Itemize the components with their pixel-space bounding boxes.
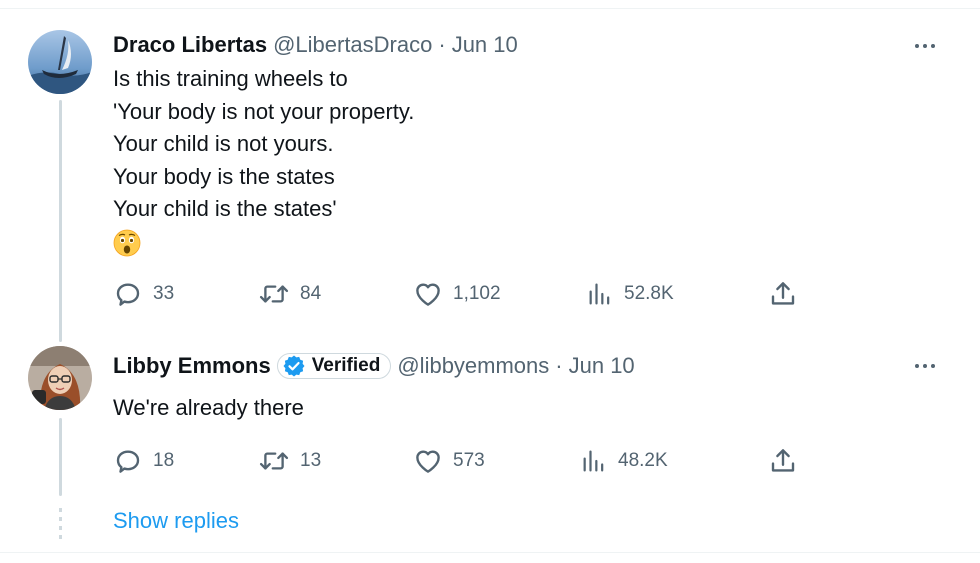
- reply-icon: [116, 283, 140, 306]
- tweet-text: Is this training wheels to 'Your body is…: [113, 63, 414, 266]
- retweet-button[interactable]: 13: [258, 446, 321, 476]
- author-handle[interactable]: @libbyemmons: [397, 353, 549, 379]
- tweet-text-line: Your child is not yours.: [113, 131, 334, 156]
- share-icon: [771, 282, 795, 305]
- tweet-header: Draco Libertas @LibertasDraco · Jun 10: [113, 31, 518, 59]
- heart-icon: [416, 450, 440, 473]
- reply-button[interactable]: 33: [113, 279, 174, 309]
- tweet-text-line: Is this training wheels to: [113, 66, 348, 91]
- retweet-icon: [259, 452, 289, 470]
- heart-icon: [416, 283, 440, 306]
- like-count: 573: [453, 450, 485, 471]
- retweet-count: 84: [300, 283, 322, 304]
- views-count: 48.2K: [618, 450, 668, 471]
- views-chart-icon: [589, 283, 610, 305]
- reply-count: 33: [153, 283, 175, 304]
- avatar[interactable]: [28, 346, 92, 410]
- tweet-date[interactable]: Jun 10: [569, 353, 635, 379]
- tweet-actions: 18 13 573 48.2K: [0, 446, 980, 476]
- verified-badge[interactable]: Verified: [276, 353, 392, 379]
- verified-label: Verified: [311, 355, 381, 376]
- tweet-text-line: Your child is the states': [113, 196, 337, 221]
- author-name[interactable]: Draco Libertas: [113, 32, 267, 58]
- tweet-text-line: Your body is the states: [113, 163, 335, 189]
- tweet-text-line: 'Your body is not your property.: [113, 98, 415, 124]
- more-options-icon[interactable]: [910, 36, 940, 56]
- share-button[interactable]: [768, 446, 798, 476]
- like-count: 1,102: [453, 283, 501, 304]
- tweet-text: We're already there: [113, 392, 304, 425]
- avatar[interactable]: [28, 30, 92, 94]
- author-name[interactable]: Libby Emmons: [113, 353, 271, 379]
- tweet-actions: 33 84 1,102 52.8K: [0, 279, 980, 309]
- author-handle[interactable]: @LibertasDraco: [273, 32, 432, 58]
- astonished-face-icon: [113, 229, 141, 256]
- share-icon: [771, 449, 795, 472]
- more-options-icon[interactable]: [910, 356, 940, 376]
- tweet-date[interactable]: Jun 10: [452, 32, 518, 58]
- retweet-count: 13: [300, 450, 322, 471]
- views-button[interactable]: 48.2K: [580, 446, 668, 476]
- tweet-header: Libby Emmons Verified @libbyemmons · Jun…: [113, 352, 635, 380]
- reply-button[interactable]: 18: [113, 446, 174, 476]
- retweet-button[interactable]: 84: [258, 279, 321, 309]
- separator-dot: ·: [555, 353, 563, 378]
- like-button[interactable]: 1,102: [413, 279, 501, 309]
- reply-icon: [116, 450, 140, 473]
- top-divider: [0, 8, 980, 9]
- verified-check-icon: [283, 355, 305, 377]
- thread-dotted-connector: [59, 508, 62, 540]
- retweet-icon: [259, 285, 289, 303]
- views-count: 52.8K: [624, 283, 674, 304]
- like-button[interactable]: 573: [413, 446, 485, 476]
- reply-count: 18: [153, 450, 175, 471]
- views-chart-icon: [583, 450, 604, 472]
- share-button[interactable]: [768, 279, 798, 309]
- separator-dot: ·: [438, 32, 446, 57]
- views-button[interactable]: 52.8K: [586, 279, 674, 309]
- show-replies-link[interactable]: Show replies: [113, 508, 239, 534]
- bottom-divider: [0, 552, 980, 553]
- tweet-text-line: We're already there: [113, 395, 304, 420]
